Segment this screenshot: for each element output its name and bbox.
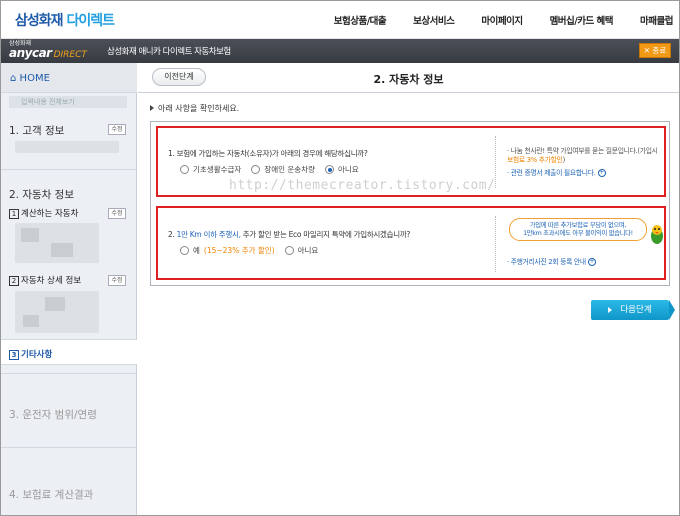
discount-note: (15~23% 추가 할인) [203,246,275,255]
anycar-logo: 삼성화재 anycar DIRECT [9,40,87,60]
anycar-logo-direct: DIRECT [53,50,87,60]
substep-calc-car: 1 계산하는 자동차 [9,207,78,219]
q2-prefix: 2. [168,230,177,239]
radio-icon[interactable] [284,246,294,255]
question1-info: · 나눔 천사란! 특약 가입여부를 묻는 질문입니다.(가입시 보험료 3% … [507,147,665,178]
substep-text: 기타사항 [21,350,53,360]
question2-options: 예 (15~23% 추가 할인) 아니요 [180,245,328,256]
title-divider [138,92,679,93]
next-step-label: 다음단계 [620,305,652,315]
option-disabled-transport[interactable]: 장애인 운송차량 [251,164,315,175]
info-discount-line: 보험료 3% 추가할인) [507,156,665,165]
dotted-divider [495,216,496,272]
menu-item-products[interactable]: 보험상품/대출 [334,13,387,27]
page-title: 2. 자동차 정보 [373,73,444,86]
q2-rest-text: 추가 할인 받는 Eco 마일리지 특약에 가입하시겠습니까? [240,230,411,239]
step-driver-range: 3. 운전자 범위/연령 [9,409,97,421]
question1-text: 1. 보험에 가입하는 자동차(소유자)가 아래의 경우에 해당하십니까? [168,149,368,158]
divider [1,373,136,374]
plus-circle-icon[interactable]: + [597,169,606,177]
product-title: 삼성화재 애니카 다이렉트 자동차보험 [107,47,231,57]
substep-car-detail: 2 자동차 상세 정보 [9,274,81,286]
menu-item-club[interactable]: 마패클럽 [640,13,673,27]
option-label: 아니요 [338,165,359,174]
substep-etc-label: 3 기타사항 [9,348,52,360]
app-window: 삼성화재 다이렉트 보험상품/대출 보상서비스 마이페이지 멤버십/카드 혜택 마… [0,0,680,516]
divider [1,447,136,448]
home-icon: ⌂ [10,73,17,84]
option-no[interactable]: 아니요 [284,245,319,256]
brand-main-text: 삼성화재 [15,13,64,29]
radio-icon[interactable] [180,165,189,174]
brand-logo[interactable]: 삼성화재 다이렉트 [15,10,116,30]
next-step-button[interactable]: 다음단계 [591,300,675,320]
substep-number: 1 [9,209,19,219]
bullet-arrow-icon [150,105,154,111]
edit-calc-car-button[interactable]: 수정 [108,208,126,219]
edit-customer-button[interactable]: 수정 [108,124,126,135]
option-label: 장애인 운송차량 [264,165,315,174]
notice-text: 아래 사항을 확인하세요. [150,103,239,114]
option-label: 기초생활수급자 [193,165,242,174]
arrow-right-icon [608,306,613,313]
discount-text: 보험료 3% 추가할인 [507,156,563,164]
masked-car-detail [15,291,99,333]
substep-number: 3 [9,350,19,360]
info-text: · 나눔 천사란! 특약 가입여부를 묻는 질문입니다.(가입시 [507,147,658,155]
brand-sub-text: 다이렉트 [66,13,116,29]
menu-item-membership[interactable]: 멤버십/카드 혜택 [550,13,614,27]
main-content: 이전단계 2. 자동차 정보 아래 사항을 확인하세요. 1. 보험에 가입하는… [138,63,679,515]
bubble-line: 가입에 따른 추가보험료 부담이 없으며, [529,222,627,229]
substep-label: 자동차 상세 정보 [21,276,82,286]
certificate-link[interactable]: · 관련 증명서 제출이 필요합니다. [507,169,596,177]
plus-circle-icon[interactable]: + [587,258,596,266]
info-tail: ) [562,156,566,164]
option-yes[interactable]: 예 (15~23% 추가 할인) [180,245,275,256]
edit-car-detail-button[interactable]: 수정 [108,275,126,286]
question-panel: 1. 보험에 가입하는 자동차(소유자)가 아래의 경우에 해당하십니까? 기초… [150,121,670,286]
question2-info[interactable]: · 주행거리사진 2회 등록 안내 + [507,258,596,267]
substep-label: 계산하는 자동차 [21,209,79,219]
bubble-line: 1만km 초과시에도 아무 불이익이 없습니다! [523,230,633,237]
option-basic-livelihood[interactable]: 기초생활수급자 [180,164,241,175]
home-text: HOME [19,73,50,84]
q2-highlight-text: 1만 Km 이하 주행시, [176,230,241,239]
view-all-inputs[interactable]: 입력내용 전체보기 [9,96,127,108]
home-label: ⌂ HOME [10,73,50,84]
step-customer-info: 1. 고객 정보 [9,125,65,137]
notice-label: 아래 사항을 확인하세요. [158,104,240,113]
radio-icon[interactable] [180,246,189,255]
radio-icon[interactable] [251,165,261,174]
mileage-photo-link[interactable]: · 주행거리사진 2회 등록 안내 [507,258,586,266]
substep-etc-active[interactable]: 3 기타사항 [1,339,137,365]
substep-number: 2 [9,276,19,286]
active-pointer-icon [130,345,137,359]
top-menu: 보험상품/대출 보상서비스 마이페이지 멤버십/카드 혜택 마패클럽 [307,13,674,27]
question1-options: 기초생활수급자 장애인 운송차량 아니요 [180,164,369,175]
radio-selected-icon[interactable] [325,165,334,174]
masked-customer-info [15,141,119,153]
info-link-row[interactable]: · 관련 증명서 제출이 필요합니다. + [507,169,665,178]
home-link[interactable]: ⌂ HOME [1,63,137,93]
step-sidebar: ⌂ HOME 입력내용 전체보기 1. 고객 정보 수정 2. 자동차 정보 1… [1,63,137,515]
masked-car-info [15,223,99,263]
product-bar: 삼성화재 anycar DIRECT 삼성화재 애니카 다이렉트 자동차보험 ✕ … [1,39,679,63]
menu-item-claims[interactable]: 보상서비스 [413,13,455,27]
option-no[interactable]: 아니요 [325,164,359,175]
mascot-icon [649,223,665,245]
step-premium-result: 4. 보험료 계산결과 [9,489,94,501]
close-button[interactable]: ✕ 종료 [639,43,671,58]
option-label: 아니요 [297,246,319,255]
question2-text: 2. 1만 Km 이하 주행시, 추가 할인 받는 Eco 마일리지 특약에 가… [168,229,410,240]
step-car-info: 2. 자동차 정보 [9,189,74,201]
divider [1,169,136,170]
menu-item-mypage[interactable]: 마이페이지 [481,13,523,27]
watermark-text: http://themecreator.tistory.com/ [229,178,496,193]
eco-mileage-bubble: 가입에 따른 추가보험료 부담이 없으며, 1만km 초과시에도 아무 불이익이… [509,218,647,241]
option-label: 예 [193,246,200,255]
top-navigation: 삼성화재 다이렉트 보험상품/대출 보상서비스 마이페이지 멤버십/카드 혜택 마… [1,1,679,39]
anycar-logo-main: anycar [9,46,52,60]
